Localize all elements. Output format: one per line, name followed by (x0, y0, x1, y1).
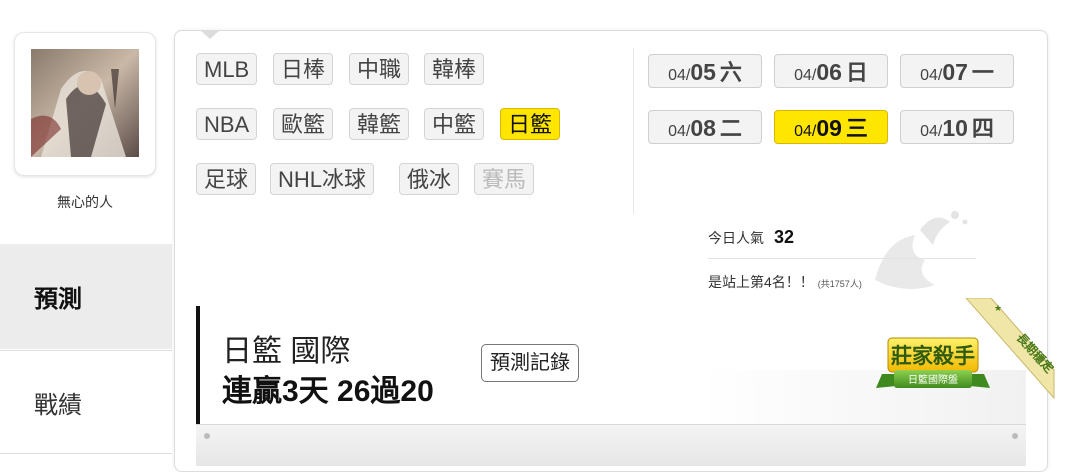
sport-chip-china-basketball[interactable]: 中籃 (424, 108, 485, 140)
bookmaker-killer-badge-icon: 長期穩定 ★ ★ 莊家殺手 日籃國際盤 (876, 298, 1056, 400)
badge-title: 莊家殺手 (891, 344, 975, 368)
date-chip-0410[interactable]: 04/10 四 (900, 110, 1014, 144)
date-month: 04/ (794, 123, 817, 140)
popularity-divider (708, 258, 976, 259)
tab-prediction[interactable]: 預測 (0, 244, 172, 349)
footer-dot (1012, 433, 1018, 439)
date-day: 07 (942, 59, 968, 85)
rank-total: (共1757人) (817, 279, 862, 289)
popularity-row: 今日人氣 32 (708, 227, 794, 248)
date-day: 05 (690, 59, 716, 85)
sport-chip-korea-basketball[interactable]: 韓籃 (349, 108, 410, 140)
ribbon-star-icon: ★ (994, 304, 1002, 314)
date-weekday: 日 (845, 60, 868, 85)
date-chip-0409[interactable]: 04/09 三 (774, 110, 888, 144)
decorative-splash-icon (875, 211, 968, 289)
date-chip-0405[interactable]: 04/05 六 (648, 54, 762, 88)
rank-row: 是站上第4名！！ (共1757人) (708, 272, 862, 292)
record-footer-bar (196, 424, 1026, 466)
date-day: 06 (816, 59, 842, 85)
panel-notch (200, 30, 220, 39)
date-month: 04/ (668, 67, 691, 84)
sport-chip-nhl[interactable]: NHL冰球 (270, 163, 375, 195)
sport-chip-horse-racing: 賽馬 (474, 163, 535, 195)
sport-chip-nba[interactable]: NBA (196, 108, 258, 140)
date-month: 04/ (668, 123, 691, 140)
prediction-history-button[interactable]: 預測記錄 (481, 344, 579, 382)
date-chip-0407[interactable]: 04/07 一 (900, 54, 1014, 88)
rank-text: 是站上第4名！！ (708, 274, 814, 290)
sport-chip-mlb[interactable]: MLB (196, 53, 258, 85)
sport-chip-khl[interactable]: 俄冰 (399, 163, 460, 195)
sport-chip-soccer[interactable]: 足球 (196, 163, 257, 195)
badge-subtitle: 日籃國際盤 (908, 373, 958, 386)
date-chip-0406[interactable]: 04/06 日 (774, 54, 888, 88)
sport-chip-cpbl[interactable]: 中職 (349, 53, 410, 85)
sport-chip-euro-basketball[interactable]: 歐籃 (273, 108, 334, 140)
footer-dot (204, 433, 210, 439)
date-weekday: 三 (845, 116, 868, 141)
date-chip-0408[interactable]: 04/08 二 (648, 110, 762, 144)
date-day: 09 (816, 115, 842, 141)
popularity-label: 今日人氣 (708, 230, 764, 246)
date-weekday: 一 (971, 60, 994, 85)
date-weekday: 二 (719, 116, 742, 141)
avatar[interactable] (31, 49, 139, 157)
ribbon-star-icon: ★ (1044, 361, 1052, 371)
sport-chip-japan-basketball[interactable]: 日籃 (500, 108, 561, 140)
avatar-card[interactable] (14, 32, 156, 176)
record-streak: 連贏3天 26過20 (222, 375, 434, 408)
date-month: 04/ (920, 67, 943, 84)
date-month: 04/ (794, 67, 817, 84)
date-day: 08 (690, 115, 716, 141)
sport-chip-npb[interactable]: 日棒 (273, 53, 334, 85)
filter-divider (633, 48, 634, 214)
date-day: 10 (942, 115, 968, 141)
date-month: 04/ (920, 123, 943, 140)
date-weekday: 六 (719, 60, 742, 85)
username: 無心的人 (57, 194, 113, 210)
tab-record[interactable]: 戰績 (0, 350, 172, 454)
record-title: 日籃 國際 (222, 335, 351, 368)
sport-chip-kbo[interactable]: 韓棒 (424, 53, 485, 85)
date-weekday: 四 (971, 116, 994, 141)
popularity-value: 32 (774, 227, 795, 247)
